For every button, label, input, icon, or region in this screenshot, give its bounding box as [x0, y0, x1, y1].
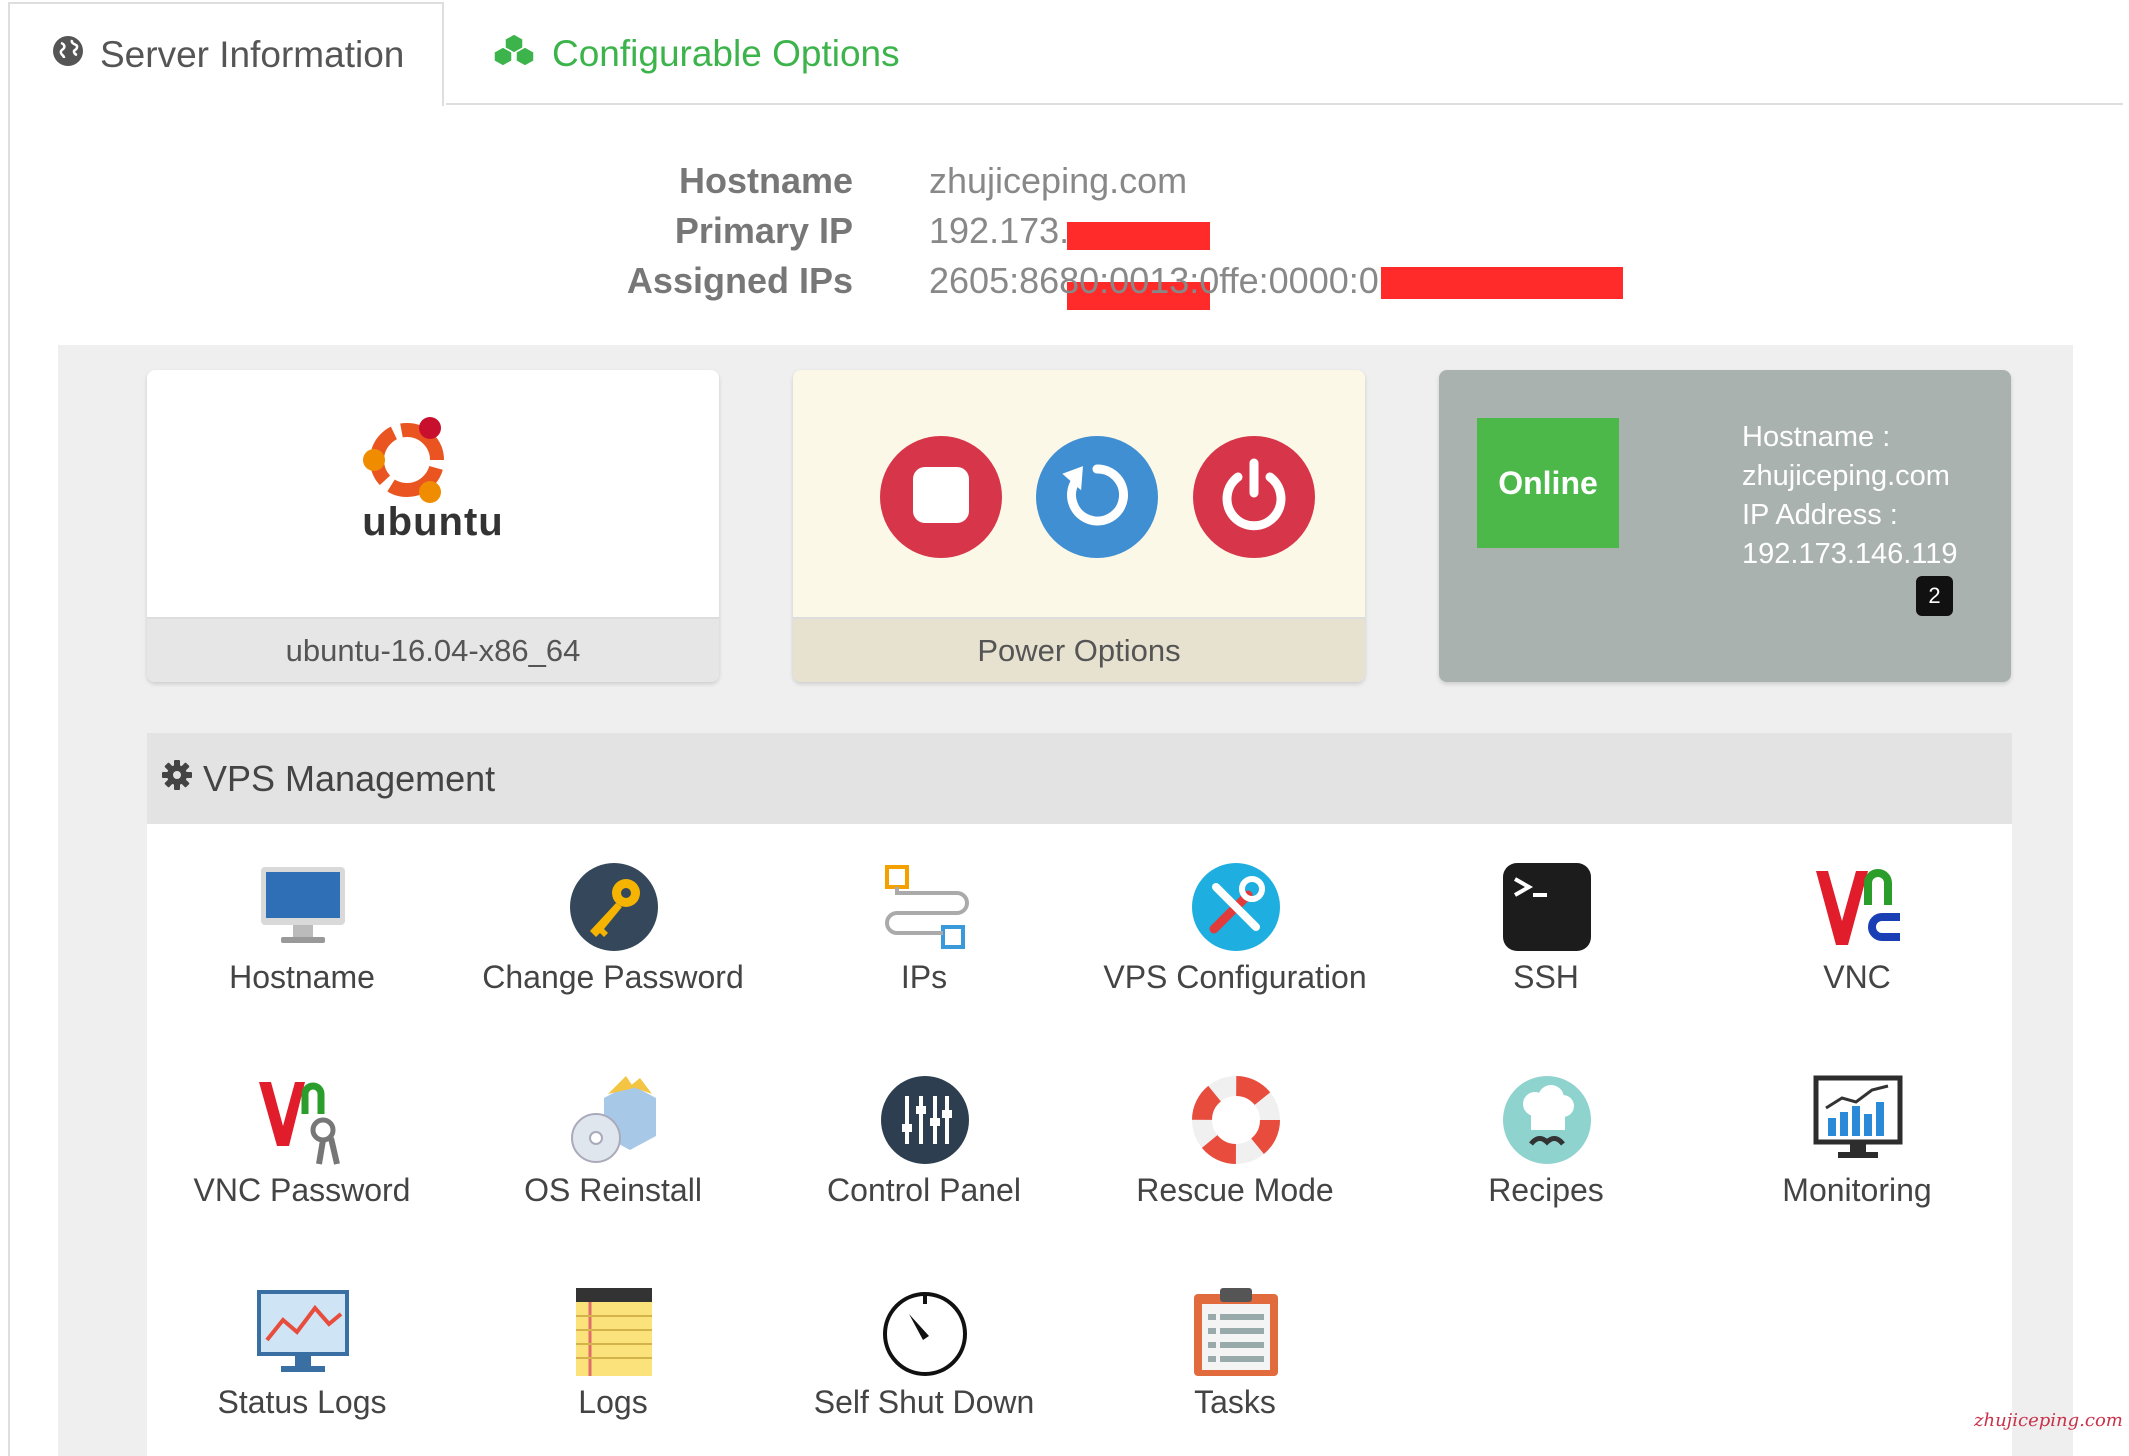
- timer-icon: [879, 1286, 971, 1378]
- tile-label: OS Reinstall: [524, 1172, 702, 1208]
- tile-logs[interactable]: Logs: [458, 1286, 768, 1456]
- gear-icon: [161, 758, 193, 800]
- power-icon: [1214, 455, 1294, 540]
- restart-icon: [1057, 455, 1137, 540]
- tile-label: Rescue Mode: [1136, 1172, 1334, 1208]
- assigned-ips-label: Assigned IPs: [626, 260, 853, 301]
- ubuntu-logo-icon: [352, 410, 462, 510]
- info-row-hostname: Hostname zhujiceping.com: [0, 160, 2129, 210]
- ubuntu-wordmark: ubuntu: [362, 500, 504, 544]
- cubes-icon: [492, 32, 536, 77]
- monitor-icon: [257, 861, 349, 953]
- tile-monitoring[interactable]: Monitoring: [1702, 1074, 2012, 1244]
- primary-ip-value: 192.173.: [929, 210, 1070, 251]
- line-chart-icon: [257, 1286, 349, 1378]
- status-card: Online Hostname : zhujiceping.com IP Add…: [1439, 370, 2011, 682]
- clipboard-icon: [1190, 1286, 1282, 1378]
- vps-management-title: VPS Management: [203, 757, 496, 799]
- tile-status-logs[interactable]: Status Logs: [147, 1286, 457, 1456]
- watermark: zhujiceping.com: [1974, 1410, 2123, 1431]
- tile-label: Status Logs: [217, 1384, 387, 1420]
- tile-recipes[interactable]: Recipes: [1391, 1074, 1701, 1244]
- tab-label: Server Information: [100, 34, 405, 75]
- stop-icon: [906, 460, 976, 535]
- globe-icon: [52, 34, 84, 76]
- tile-tasks[interactable]: Tasks: [1080, 1286, 1390, 1456]
- tile-control-panel[interactable]: Control Panel: [769, 1074, 1079, 1244]
- info-row-assigned-ips: Assigned IPs 2605:8680:0013:0ffe:0000:0: [0, 260, 2129, 310]
- tile-vnc[interactable]: VNC: [1702, 861, 2012, 1031]
- status-hostname-value: zhujiceping.com: [1742, 460, 1950, 492]
- chef-icon: [1501, 1074, 1593, 1166]
- tile-label: Control Panel: [827, 1172, 1021, 1208]
- tile-label: IPs: [900, 959, 948, 995]
- hostname-label: Hostname: [678, 160, 853, 201]
- count-badge: 2: [1916, 576, 1953, 616]
- tile-self-shut-down[interactable]: Self Shut Down: [769, 1286, 1079, 1456]
- chart-monitor-icon: [1812, 1074, 1904, 1166]
- tile-label: VNC Password: [193, 1172, 411, 1208]
- vps-management-header: VPS Management: [147, 733, 2012, 824]
- power-card: Power Options: [793, 370, 1365, 682]
- key-icon: [568, 861, 660, 953]
- tile-change-password[interactable]: Change Password: [458, 861, 768, 1031]
- tile-label: Tasks: [1194, 1384, 1276, 1420]
- disc-box-icon: [568, 1074, 660, 1166]
- os-label: ubuntu-16.04-x86_64: [147, 617, 719, 682]
- tile-ips[interactable]: IPs: [769, 861, 1079, 1031]
- tile-ssh[interactable]: SSH: [1391, 861, 1701, 1031]
- tile-label: VNC: [1823, 959, 1891, 995]
- tile-label: Hostname: [229, 959, 375, 995]
- tile-label: Recipes: [1488, 1172, 1604, 1208]
- tile-rescue-mode[interactable]: Rescue Mode: [1080, 1074, 1390, 1244]
- vnc-icon: [1812, 861, 1904, 953]
- status-badge: Online: [1477, 418, 1619, 548]
- hostname-value: zhujiceping.com: [929, 160, 1188, 201]
- power-off-button[interactable]: [1193, 436, 1315, 558]
- status-details: Hostname : zhujiceping.com IP Address : …: [1742, 418, 1958, 574]
- tab-configurable-options[interactable]: Configurable Options: [492, 2, 900, 106]
- notepad-icon: [568, 1286, 660, 1378]
- tab-label: Configurable Options: [552, 33, 900, 74]
- tools-icon: [1190, 861, 1282, 953]
- restart-button[interactable]: [1036, 436, 1158, 558]
- tile-label: VPS Configuration: [1103, 959, 1367, 995]
- tile-label: Self Shut Down: [813, 1384, 1035, 1420]
- assigned-ips-value: 2605:8680:0013:0ffe:0000:0: [929, 260, 1379, 301]
- tile-label: SSH: [1513, 959, 1579, 995]
- vps-management-panel: VPS Management Hostname Change Password: [147, 733, 2012, 1456]
- status-ip-value: 192.173.146.119: [1742, 538, 1958, 570]
- sliders-icon: [879, 1074, 971, 1166]
- stop-button[interactable]: [880, 436, 1002, 558]
- tile-label: Logs: [578, 1384, 648, 1420]
- status-ip-label: IP Address :: [1742, 499, 1898, 531]
- network-icon: [879, 861, 971, 953]
- tile-label: Change Password: [482, 959, 744, 995]
- tile-vnc-password[interactable]: VNC Password: [147, 1074, 457, 1244]
- os-card: ubuntu ubuntu-16.04-x86_64: [147, 370, 719, 682]
- redaction-bar: [1381, 267, 1623, 299]
- tab-bar: Server Information Configurable Options: [8, 0, 2123, 106]
- tab-server-information[interactable]: Server Information: [8, 2, 444, 106]
- tile-vps-configuration[interactable]: VPS Configuration: [1080, 861, 1390, 1031]
- tile-label: Monitoring: [1782, 1172, 1932, 1208]
- tile-hostname[interactable]: Hostname: [147, 861, 457, 1031]
- tile-os-reinstall[interactable]: OS Reinstall: [458, 1074, 768, 1244]
- status-hostname-label: Hostname :: [1742, 421, 1891, 453]
- redaction-bar: [1067, 222, 1210, 250]
- vnc-key-icon: [257, 1074, 349, 1166]
- primary-ip-label: Primary IP: [674, 210, 853, 251]
- lifebuoy-icon: [1190, 1074, 1282, 1166]
- info-row-primary-ip: Primary IP 192.173.: [0, 210, 2129, 310]
- terminal-icon: [1501, 861, 1593, 953]
- power-options-label: Power Options: [793, 617, 1365, 682]
